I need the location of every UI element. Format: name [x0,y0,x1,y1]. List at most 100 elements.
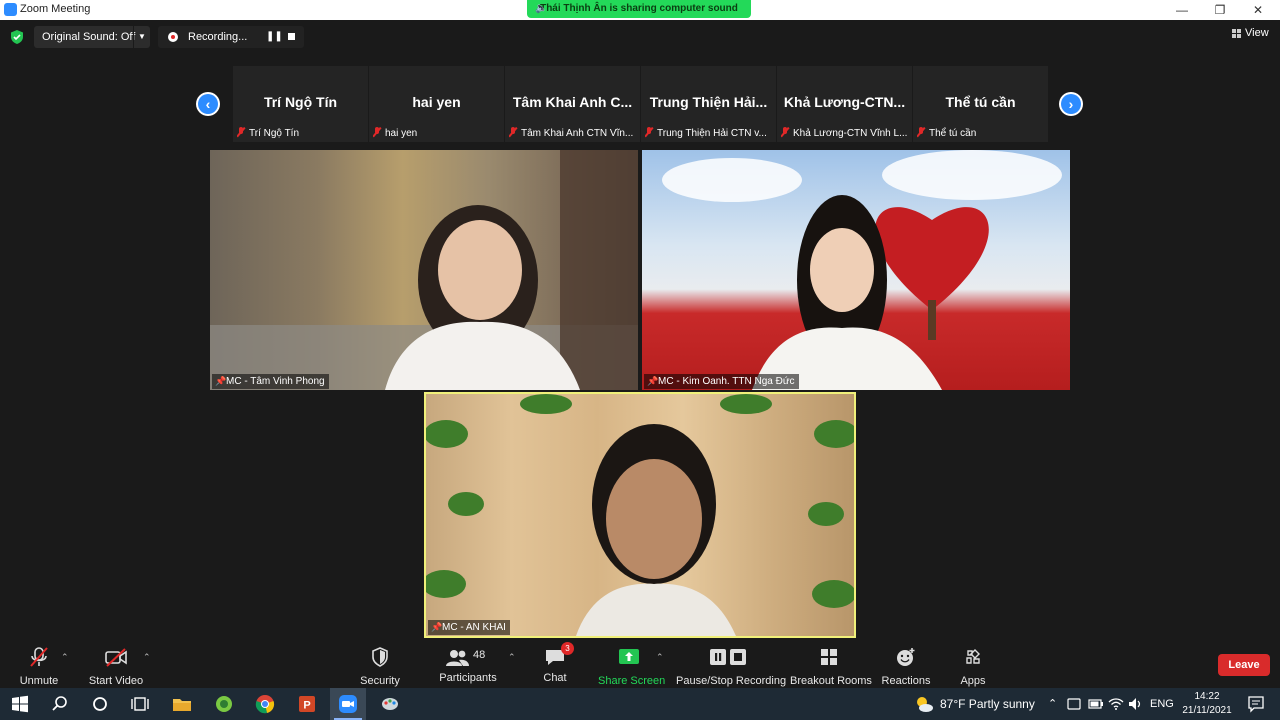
breakout-rooms-icon [821,649,837,665]
maximize-button[interactable]: ❐ [1200,0,1240,20]
share-screen-button[interactable]: Share Screen [598,646,666,687]
video-panel[interactable]: 📌MC - Tâm Vinh Phong [210,150,638,390]
chevron-right-icon: › [1061,94,1081,114]
video-off-icon [105,648,127,667]
security-shield-icon [372,647,388,667]
security-button[interactable]: Security [355,646,405,687]
search-icon[interactable] [50,694,70,714]
recording-indicator: Recording... ❚❚ [158,26,304,48]
speaker-icon: 🔈 [535,3,548,14]
video-feed-image [662,150,1062,390]
mic-muted-icon [781,127,789,137]
mic-muted-icon [645,127,653,137]
greenshot-icon[interactable] [214,694,234,714]
chevron-down-icon[interactable]: ▼ [133,26,150,48]
windows-taskbar: P 87°F Partly sunny ⌃ ENG 14:22 21/11/20… [0,688,1280,720]
battery-icon[interactable] [1088,696,1104,712]
chevron-up-icon[interactable]: ⌃ [656,652,664,663]
reactions-button[interactable]: Reactions [880,646,932,687]
powerpoint-icon[interactable]: P [297,694,317,714]
security-label: Security [360,675,400,687]
participants-button[interactable]: 48 Participants [437,646,499,684]
chat-icon-wrap: 3 [544,642,574,668]
weather-text[interactable]: 87°F Partly sunny [940,688,1035,720]
participant-name-label: Trí Ngộ Tín [237,127,365,139]
chrome-icon[interactable] [255,694,275,714]
start-video-button[interactable]: Start Video [88,646,144,687]
participant-tile[interactable]: Thể tú cần Thể tú cần [913,66,1048,142]
gallery-next-button[interactable]: › [1059,92,1083,116]
participants-count: 48 [473,649,486,661]
gallery-prev-button[interactable]: ‹ [196,92,220,116]
pin-icon: 📌 [431,622,443,632]
pin-icon: 📌 [215,376,227,386]
volume-icon[interactable] [1127,696,1143,712]
participant-tile[interactable]: Khả Lương-CTN... Khả Lương-CTN Vĩnh L... [777,66,912,142]
stop-recording-icon[interactable] [288,33,295,40]
taskbar-clock[interactable]: 14:22 21/11/2021 [1176,690,1238,718]
task-view-icon[interactable] [130,694,150,714]
onedrive-icon[interactable] [1066,696,1082,712]
pause-stop-recording-label: Pause/Stop Recording [676,675,787,687]
zoom-icon [339,695,357,713]
pause-stop-recording-button[interactable]: Pause/Stop Recording [676,646,787,687]
video-name-label: 📌MC - Tâm Vinh Phong [212,374,329,389]
close-button[interactable]: ✕ [1238,0,1278,20]
breakout-rooms-button[interactable]: Breakout Rooms [790,646,872,687]
cortana-icon[interactable] [90,694,110,714]
participant-display-name: hai yen [412,94,461,110]
clock-date: 21/11/2021 [1182,705,1232,716]
file-explorer-icon[interactable] [172,694,192,714]
original-sound-label: Original Sound: Off [42,31,136,43]
video-panel[interactable]: 📌MC - Kim Oanh. TTN Nga Đức [642,150,1070,390]
video-name-label: 📌MC - AN KHAI [428,620,510,635]
pause-stop-icon [710,649,746,665]
encryption-shield-icon[interactable] [10,30,24,44]
chevron-up-icon[interactable]: ⌃ [508,652,516,663]
participant-name-label: Khả Lương-CTN Vĩnh L... [781,127,909,139]
breakout-rooms-label: Breakout Rooms [790,675,872,687]
participant-name-label: Tâm Khai Anh CTN Vĩn... [509,127,637,139]
share-screen-icon [619,649,639,664]
windows-start-icon[interactable] [10,694,30,714]
chat-label: Chat [543,672,567,684]
share-screen-label: Share Screen [598,675,666,687]
participants-icon-group: 48 [445,646,491,668]
unmute-button[interactable]: Unmute [14,646,64,687]
language-indicator[interactable]: ENG [1150,688,1174,720]
window-title: Zoom Meeting [20,3,91,15]
reactions-label: Reactions [881,675,931,687]
participant-tile[interactable]: Trí Ngộ Tín Trí Ngộ Tín [233,66,368,142]
chat-button[interactable]: 3 Chat [535,642,575,684]
minimize-button[interactable]: — [1162,0,1202,20]
mic-muted-icon [917,127,925,137]
participant-tile[interactable]: hai yen hai yen [369,66,504,142]
pause-recording-icon[interactable]: ❚❚ [266,26,283,48]
chevron-up-icon[interactable]: ⌃ [61,652,69,663]
notification-center-icon[interactable] [1246,694,1266,714]
participants-label: Participants [439,672,497,684]
record-icon [168,32,178,42]
video-name-label: 📌MC - Kim Oanh. TTN Nga Đức [644,374,799,389]
participant-display-name: Trung Thiện Hải... [649,94,768,110]
reactions-icon [897,648,915,666]
leave-button[interactable]: Leave [1218,654,1270,676]
view-button[interactable]: View [1230,26,1274,42]
participant-name-label: hai yen [373,127,501,139]
view-label: View [1245,27,1269,39]
chevron-up-icon[interactable]: ⌃ [1048,688,1057,720]
original-sound-toggle[interactable]: Original Sound: Off ▼ [34,26,150,48]
chevron-up-icon[interactable]: ⌃ [143,652,151,663]
participant-tile[interactable]: Tâm Khai Anh C... Tâm Khai Anh CTN Vĩn..… [505,66,640,142]
clock-time: 14:22 [1194,691,1220,702]
wifi-icon[interactable] [1108,696,1124,712]
weather-partly-sunny-icon[interactable] [914,694,934,714]
participants-icon [446,650,469,666]
apps-button[interactable]: Apps [953,646,993,687]
paint-icon[interactable] [380,694,400,714]
participant-tile[interactable]: Trung Thiện Hải... Trung Thiện Hải CTN v… [641,66,776,142]
mic-muted-icon [30,647,48,667]
active-speaker-video-panel[interactable]: 📌MC - AN KHAI [424,392,856,638]
zoom-taskbar-item[interactable] [330,688,366,720]
apps-label: Apps [960,675,986,687]
